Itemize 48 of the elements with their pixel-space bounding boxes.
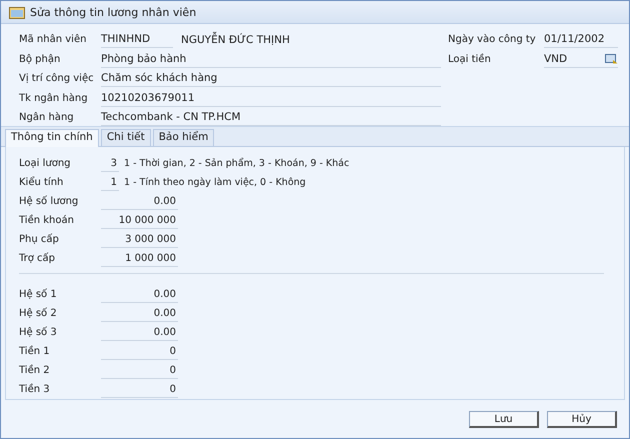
field-label: Bộ phận [19, 54, 62, 65]
input-field[interactable]: Phòng bảo hành [101, 50, 441, 68]
input-field[interactable]: THINHND [101, 31, 173, 48]
input-field[interactable]: 0.00 [101, 194, 178, 210]
input-field[interactable]: 01/11/2002 [544, 31, 618, 48]
field-label: Kiểu tính [19, 177, 64, 188]
field-label: Loại lương [19, 158, 72, 169]
field-label: Hệ số 3 [19, 327, 58, 338]
field-label: Hệ số lương [19, 196, 80, 207]
input-field[interactable]: 0.00 [101, 286, 178, 302]
input-field[interactable]: 10 000 000 [101, 212, 178, 228]
field-label: Tiền khoán [19, 215, 75, 226]
tab[interactable]: Bảo hiểm [152, 129, 214, 146]
field-label: Tk ngân hàng [19, 92, 89, 104]
input-field[interactable]: VND [544, 50, 618, 68]
field-label: Tiền 3 [19, 384, 51, 395]
input-field[interactable]: 3 000 000 [101, 232, 178, 248]
field-label: Tiền 2 [19, 365, 51, 376]
input-field[interactable]: 0 [101, 344, 178, 360]
input-field[interactable]: 1 000 000 [101, 250, 178, 266]
field-label: Vị trí công việc [19, 73, 95, 84]
field-label: Mã nhân viên [19, 34, 88, 46]
field-label: Trợ cấp [19, 253, 56, 264]
lookup-icon[interactable] [605, 54, 618, 64]
input-field[interactable]: 0 [101, 382, 178, 398]
field-label: Phụ cấp [19, 234, 60, 245]
cancel-button[interactable]: Hủy [547, 411, 617, 428]
input-field[interactable]: Chăm sóc khách hàng [101, 70, 441, 88]
tab[interactable]: Chi tiết [100, 129, 151, 146]
field-label: Ngày vào công ty [448, 34, 537, 46]
input-field[interactable]: 0 [101, 362, 178, 378]
employee-name: NGUYỄN ĐỨC THỊNH [181, 34, 290, 46]
input-field[interactable]: 1 [101, 174, 119, 190]
field-label: Loại tiền [448, 54, 492, 65]
input-field[interactable]: 10210203679011 [101, 90, 441, 107]
field-label: Ngân hàng [19, 112, 75, 124]
window-icon [9, 6, 25, 18]
field-label: Hệ số 1 [19, 289, 58, 300]
input-field[interactable]: 0.00 [101, 324, 178, 340]
tab[interactable]: Thông tin chính [5, 129, 99, 147]
window-title: Sửa thông tin lương nhân viên [30, 6, 196, 18]
hint-text: 1 - Thời gian, 2 - Sản phẩm, 3 - Khoán, 9 - Khác [124, 158, 350, 169]
field-label: Tiền 1 [19, 346, 51, 357]
hint-text: 1 - Tính theo ngày làm việc, 0 - Không [124, 177, 306, 188]
save-button[interactable]: Lưu [469, 411, 539, 428]
input-field[interactable]: 0.00 [101, 306, 178, 322]
field-label: Hệ số 2 [19, 308, 58, 319]
input-field[interactable]: 3 [101, 156, 119, 172]
